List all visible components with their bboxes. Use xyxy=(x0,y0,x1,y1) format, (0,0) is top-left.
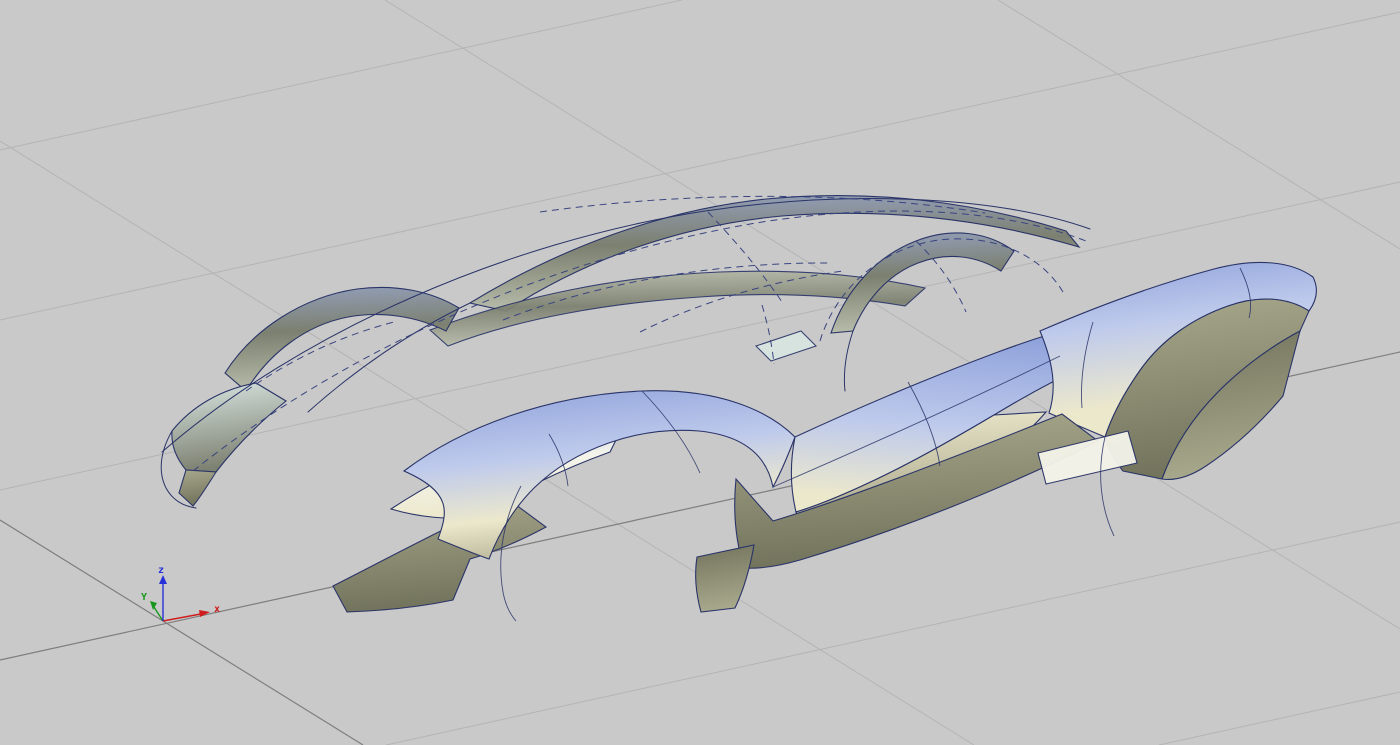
x-axis-label: x xyxy=(214,604,220,615)
cad-viewport[interactable]: x Y z xyxy=(0,0,1400,745)
y-axis-label: Y xyxy=(141,592,147,603)
z-axis-label: z xyxy=(158,565,164,576)
